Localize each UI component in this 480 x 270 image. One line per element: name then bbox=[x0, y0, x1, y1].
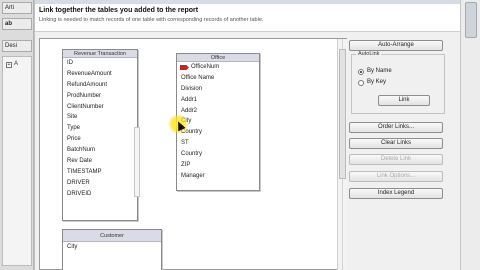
field-row[interactable]: Country bbox=[177, 149, 259, 160]
field-row[interactable]: Office Name bbox=[177, 73, 259, 84]
order-links-button[interactable]: Order Links... bbox=[349, 122, 443, 133]
app-tab-desi[interactable]: Desi bbox=[2, 40, 32, 52]
field-row[interactable]: Division bbox=[177, 84, 259, 95]
field-row[interactable]: Type bbox=[63, 123, 137, 134]
field-row[interactable]: DRIVER bbox=[63, 178, 137, 189]
tree-node-label[interactable]: A bbox=[14, 61, 18, 67]
field-label: OfficeNum bbox=[191, 64, 220, 70]
link-arrow-icon bbox=[180, 65, 189, 70]
field-explorer-tree: + A bbox=[2, 56, 32, 266]
dialog-heading: Link together the tables you added to th… bbox=[39, 7, 199, 14]
field-row[interactable]: ID bbox=[63, 58, 137, 69]
autolink-group: AutoLink By Name By Key Link bbox=[351, 51, 445, 114]
field-row[interactable]: RevenueAmount bbox=[63, 69, 137, 80]
table-revenue-transaction[interactable]: Revenue Transaction ID RevenueAmount Ref… bbox=[62, 49, 138, 221]
field-row[interactable]: Site bbox=[63, 112, 137, 123]
link-diagram-canvas[interactable]: Revenue Transaction ID RevenueAmount Ref… bbox=[39, 38, 347, 270]
index-legend-button[interactable]: Index Legend bbox=[349, 188, 443, 199]
auto-arrange-button[interactable]: Auto-Arrange bbox=[349, 40, 443, 51]
by-name-label[interactable]: By Name bbox=[367, 68, 392, 74]
field-row[interactable]: Manager bbox=[177, 171, 259, 182]
field-row[interactable]: City bbox=[63, 242, 161, 253]
table-title[interactable]: Office bbox=[177, 54, 259, 62]
field-row[interactable]: ProdNumber bbox=[63, 91, 137, 102]
table-title[interactable]: Customer bbox=[63, 230, 161, 242]
field-row[interactable]: Rev Date bbox=[63, 156, 137, 167]
field-row[interactable]: City bbox=[177, 116, 259, 127]
table-office[interactable]: Office OfficeNum Office Name Division Ad… bbox=[176, 53, 260, 191]
app-tab-ab[interactable]: ab bbox=[2, 18, 32, 30]
field-row[interactable]: Addr1 bbox=[177, 95, 259, 106]
field-row[interactable]: Country bbox=[177, 127, 259, 138]
by-key-label[interactable]: By Key bbox=[367, 79, 386, 85]
window-scroll-thumb[interactable] bbox=[465, 2, 477, 38]
table-customer[interactable]: Customer City bbox=[62, 229, 162, 270]
table-title[interactable]: Revenue Transaction bbox=[63, 50, 137, 58]
canvas-scrollbar[interactable] bbox=[337, 39, 347, 270]
field-row[interactable]: ZIP bbox=[177, 160, 259, 171]
by-key-radio[interactable] bbox=[358, 80, 364, 86]
app-tab-arti[interactable]: Arti bbox=[2, 2, 32, 14]
clear-links-button[interactable]: Clear Links bbox=[349, 138, 443, 149]
dialog-subheading: Linking is needed to match records of on… bbox=[39, 17, 264, 23]
app-sidebar-strip: Arti ab Desi + A bbox=[0, 0, 34, 270]
by-name-radio[interactable] bbox=[358, 69, 364, 75]
field-row[interactable]: DRIVEID bbox=[63, 189, 137, 200]
link-button[interactable]: Link bbox=[378, 95, 430, 106]
window-scrollbar[interactable] bbox=[460, 0, 480, 270]
autolink-label: AutoLink bbox=[356, 51, 382, 57]
expand-icon[interactable]: + bbox=[6, 62, 12, 68]
link-options-button[interactable]: Link Options... bbox=[349, 171, 443, 182]
field-row[interactable]: Price bbox=[63, 134, 137, 145]
field-row[interactable]: Addr2 bbox=[177, 106, 259, 117]
field-row[interactable]: TIMESTAMP bbox=[63, 167, 137, 178]
field-row[interactable]: ST bbox=[177, 138, 259, 149]
dialog-header: Link together the tables you added to th… bbox=[35, 4, 461, 32]
link-expert-dialog: Link together the tables you added to th… bbox=[34, 0, 461, 270]
scroll-thumb[interactable] bbox=[339, 49, 346, 179]
table-scrollbar[interactable] bbox=[134, 127, 140, 197]
field-row[interactable]: ClientNumber bbox=[63, 102, 137, 113]
delete-link-button[interactable]: Delete Link bbox=[349, 154, 443, 165]
field-row[interactable]: RefundAmount bbox=[63, 80, 137, 91]
field-row-key[interactable]: OfficeNum bbox=[177, 62, 259, 73]
field-row[interactable]: BatchNum bbox=[63, 145, 137, 156]
